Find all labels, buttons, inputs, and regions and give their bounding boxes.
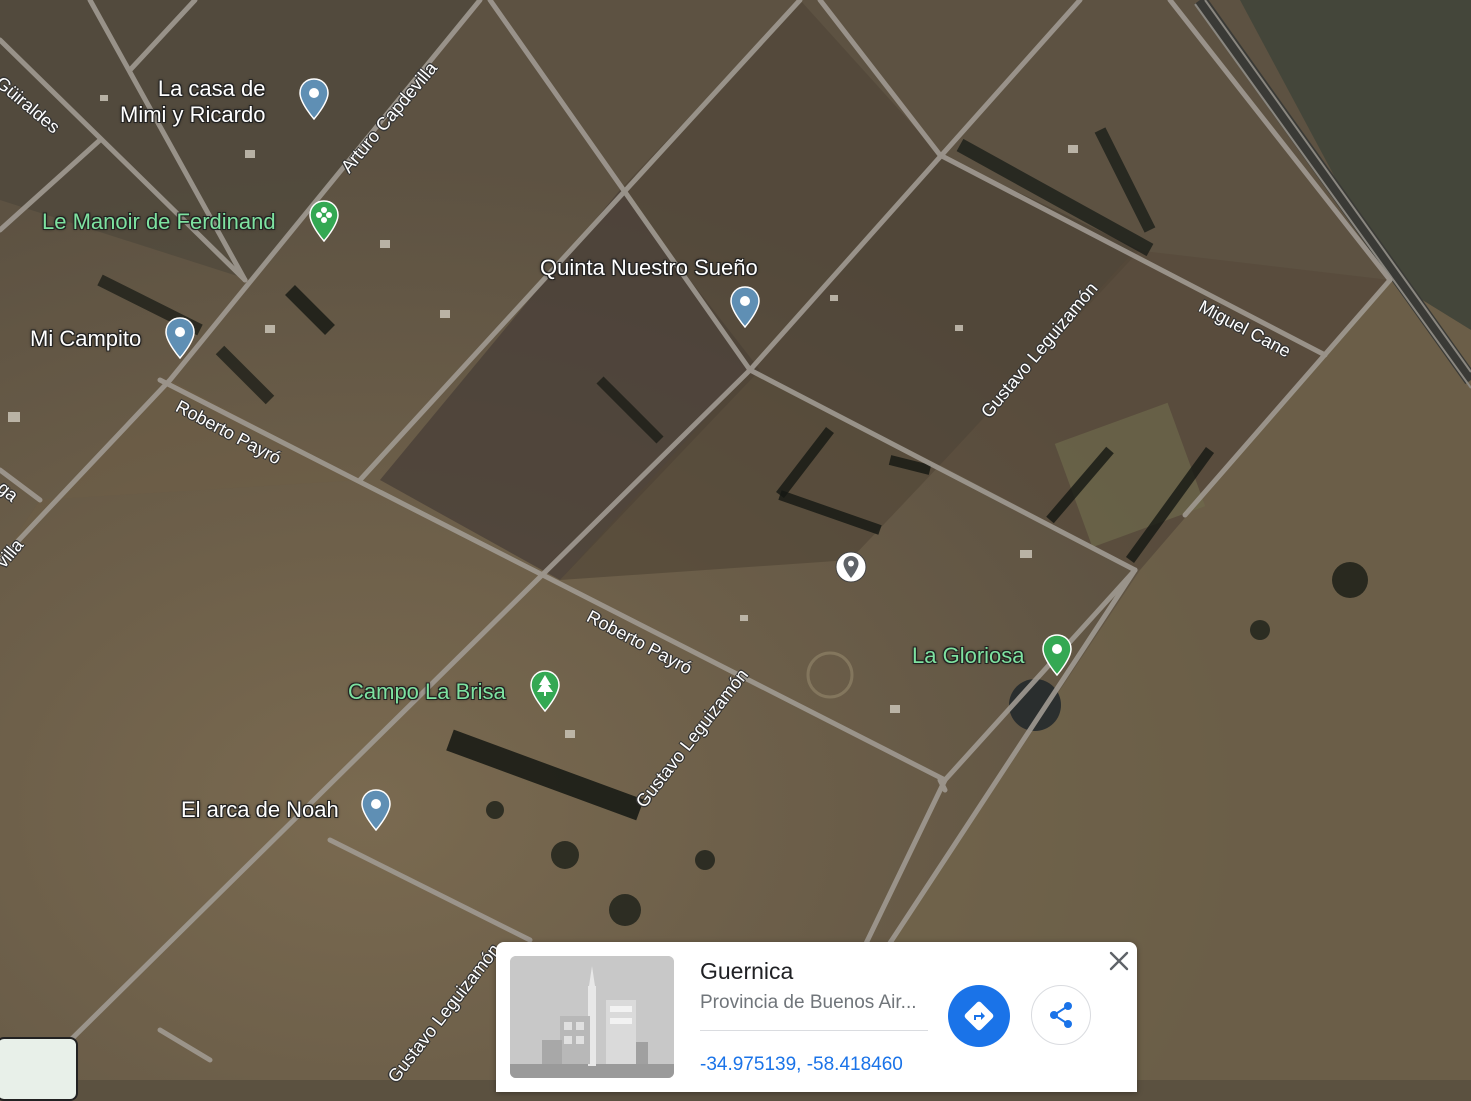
- directions-button[interactable]: [948, 985, 1010, 1047]
- city-icon[interactable]: [510, 956, 674, 1078]
- close-icon[interactable]: [1106, 948, 1132, 974]
- divider: [700, 1030, 928, 1031]
- share-button[interactable]: [1031, 985, 1091, 1045]
- place-title: Guernica: [700, 958, 794, 984]
- place-label-quinta[interactable]: Quinta Nuestro Sueño: [540, 255, 758, 281]
- satellite-map[interactable]: [0, 0, 1471, 1080]
- map-pin-icon[interactable]: [298, 78, 330, 120]
- place-card[interactable]: Guernica Provincia de Buenos Air... -34.…: [496, 942, 1137, 1092]
- place-label-la-gloriosa[interactable]: La Gloriosa: [912, 643, 1025, 669]
- tree-pin-icon[interactable]: [529, 670, 561, 712]
- place-label-line: Mimi y Ricardo: [120, 102, 266, 127]
- dropped-pin-icon[interactable]: [834, 550, 868, 584]
- place-label-campo-la-brisa[interactable]: Campo La Brisa: [348, 679, 506, 705]
- coordinates-link[interactable]: -34.975139, -58.418460: [700, 1054, 903, 1076]
- place-label-casa-mimi[interactable]: La casa de Mimi y Ricardo: [120, 76, 265, 128]
- place-subtitle: Provincia de Buenos Air...: [700, 992, 917, 1013]
- place-label-mi-campito[interactable]: Mi Campito: [30, 326, 141, 352]
- map-pin-icon[interactable]: [164, 317, 196, 359]
- place-label-arca-noah[interactable]: El arca de Noah: [181, 797, 339, 823]
- green-pin-icon[interactable]: [1041, 634, 1073, 676]
- share-icon: [1050, 1002, 1072, 1028]
- place-label-manoir[interactable]: Le Manoir de Ferdinand: [42, 209, 276, 235]
- map-pin-icon[interactable]: [360, 789, 392, 831]
- directions-icon: [964, 1001, 994, 1031]
- flower-pin-icon[interactable]: [308, 200, 340, 242]
- map-pin-icon[interactable]: [729, 286, 761, 328]
- layers-toggle[interactable]: [0, 1037, 78, 1101]
- place-label-line: La casa de: [157, 76, 266, 101]
